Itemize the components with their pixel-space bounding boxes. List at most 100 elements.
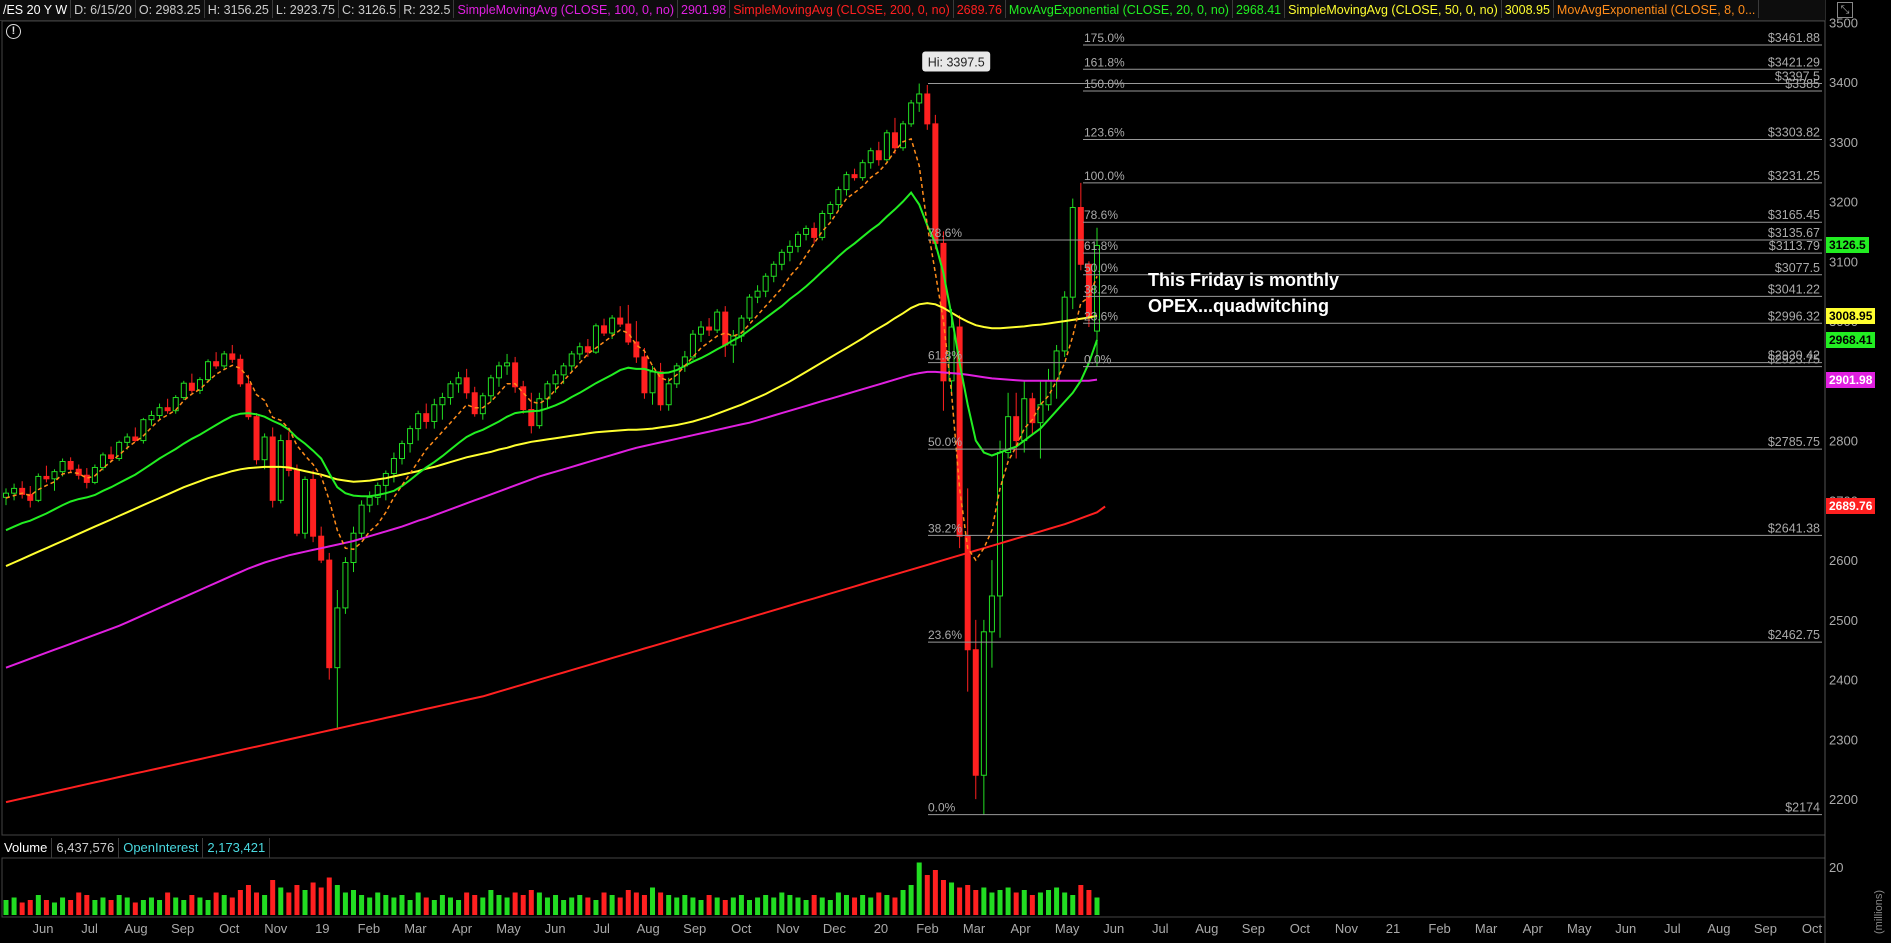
study-value: 2968.41	[1233, 0, 1286, 18]
volume-bar	[714, 897, 720, 915]
volume-bar	[1005, 887, 1011, 915]
volume-bar	[68, 900, 74, 915]
volume-bar	[690, 897, 696, 915]
range-label: R: 232.5	[400, 0, 455, 18]
volume-bar	[100, 897, 106, 915]
study-label[interactable]: MovAvgExponential (CLOSE, 20, 0, no)	[1006, 0, 1233, 18]
open-interest-label: OpenInterest	[119, 838, 204, 858]
info-icon[interactable]: !	[6, 24, 21, 39]
volume-bar	[19, 902, 25, 915]
y-tick-label: 2500	[1829, 613, 1858, 628]
studies-legend: SimpleMovingAvg (CLOSE, 100, 0, no) 2901.…	[454, 0, 1760, 18]
study-value: 3008.95	[1502, 0, 1554, 18]
candle-body	[447, 383, 454, 399]
volume-bar	[157, 900, 163, 915]
volume-bar	[827, 900, 833, 915]
volume-bar	[375, 892, 381, 915]
volume-bar	[755, 897, 761, 915]
volume-bar	[957, 887, 963, 915]
volume-bar	[852, 897, 858, 915]
candle-body	[108, 454, 115, 460]
volume-bar	[674, 897, 680, 915]
volume-bar	[577, 895, 583, 915]
x-tick-label: Oct	[219, 921, 240, 936]
volume-bar	[334, 885, 340, 915]
candle-body	[1077, 207, 1084, 265]
x-tick-label: Apr	[1523, 921, 1544, 936]
y-tick-label: 3200	[1829, 195, 1858, 210]
volume-bar	[536, 892, 542, 915]
study-label[interactable]: MovAvgExponential (CLOSE, 8, 0...	[1554, 0, 1760, 18]
fib-price-label: $3397.5	[1775, 70, 1820, 84]
price-chart[interactable]: 2200230024002500260027002800290030003100…	[0, 0, 1891, 943]
study-label[interactable]: SimpleMovingAvg (CLOSE, 100, 0, no)	[454, 0, 678, 18]
x-tick-label: Mar	[963, 921, 986, 936]
volume-bar	[391, 897, 397, 915]
volume-bar	[43, 900, 49, 915]
symbol-label[interactable]: /ES 20 Y W	[0, 0, 72, 18]
volume-bar	[892, 897, 898, 915]
volume-bar	[213, 892, 219, 915]
volume-bar	[650, 887, 656, 915]
volume-bar	[949, 882, 955, 915]
volume-bar	[359, 895, 365, 915]
candle-body	[891, 132, 898, 149]
volume-bar	[803, 900, 809, 915]
volume-bar	[124, 897, 130, 915]
volume-bar	[609, 895, 615, 915]
volume-bar	[666, 895, 672, 915]
x-tick-label: Nov	[1335, 921, 1359, 936]
study-label[interactable]: SimpleMovingAvg (CLOSE, 50, 0, no)	[1285, 0, 1502, 18]
candle-body	[867, 150, 874, 164]
volume-bar	[229, 897, 235, 915]
volume-y-label: 20	[1829, 860, 1843, 875]
candle-body	[633, 341, 640, 358]
candle-body	[83, 474, 90, 483]
study-label[interactable]: SimpleMovingAvg (CLOSE, 200, 0, no)	[730, 0, 954, 18]
fib-pct-label: 78.6%	[928, 226, 962, 240]
candle-body	[495, 365, 502, 379]
volume-bar	[1054, 887, 1060, 915]
candle-body	[261, 436, 268, 461]
volume-bar	[698, 900, 704, 915]
candle-body	[859, 162, 866, 179]
candle-body	[746, 296, 753, 319]
date-label: D: 6/15/20	[71, 0, 136, 18]
candle-body	[560, 365, 567, 376]
x-tick-label: Oct	[1290, 921, 1311, 936]
volume-bar	[148, 897, 154, 915]
candle-body	[1005, 416, 1012, 454]
y-tick-label: 3300	[1829, 135, 1858, 150]
volume-bar	[221, 895, 227, 915]
candle-body	[900, 123, 907, 149]
fib-pct-label: 0.0%	[928, 801, 956, 815]
candle-body	[649, 371, 656, 394]
expand-icon[interactable]: ⤡	[1837, 2, 1853, 18]
fib-pct-label: 161.8%	[1084, 55, 1125, 69]
fib-price-label: $2930.42	[1768, 349, 1820, 363]
volume-bar	[585, 897, 591, 915]
volume-bar	[35, 895, 41, 915]
volume-bar	[286, 892, 292, 915]
volume-bar	[456, 900, 462, 915]
candle-body	[988, 595, 995, 633]
candle-body	[641, 356, 648, 394]
y-tick-label: 2800	[1829, 434, 1858, 449]
volume-bar	[569, 897, 575, 915]
volume-bar	[1070, 895, 1076, 915]
candle-body	[180, 382, 187, 399]
candle-body	[285, 440, 292, 471]
volume-bar	[140, 900, 146, 915]
volume-bar	[965, 885, 971, 915]
volume-bar	[3, 900, 9, 915]
x-tick-label: 20	[874, 921, 888, 936]
candle-body	[601, 325, 608, 334]
volume-bar	[1062, 892, 1068, 915]
fib-price-label: $2641.38	[1768, 521, 1820, 535]
fib-price-label: $3041.22	[1768, 282, 1820, 296]
open-interest-value: 2,173,421	[203, 838, 271, 858]
price-tag: 2968.41	[1826, 331, 1876, 348]
x-tick-label: May	[1567, 921, 1592, 936]
price-tag: 2901.98	[1826, 371, 1876, 388]
x-tick-label: Nov	[776, 921, 800, 936]
